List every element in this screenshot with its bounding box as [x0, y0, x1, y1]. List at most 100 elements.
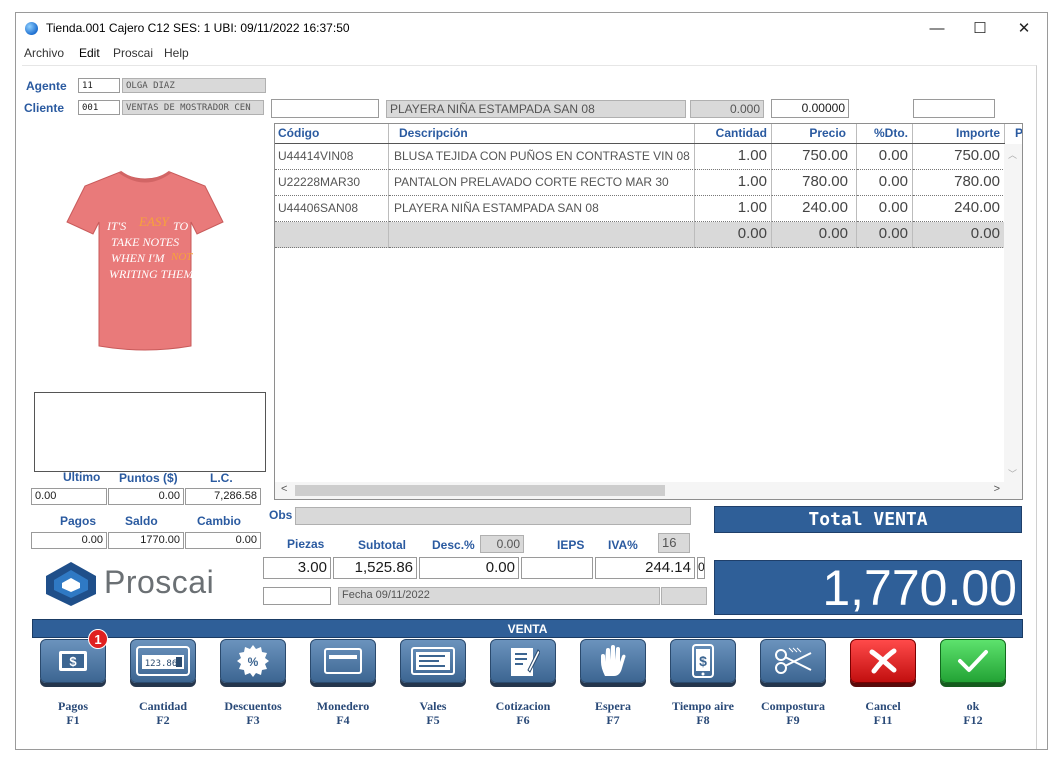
scroll-left-icon[interactable]: < — [281, 483, 287, 495]
title-bar: Tienda.001 Cajero C12 SES: 1 UBI: 09/11/… — [16, 13, 1047, 43]
function-button-f12[interactable]: ok F12 — [936, 639, 1010, 727]
button-key: F9 — [786, 713, 800, 727]
col-descuento[interactable]: %Dto. — [857, 124, 913, 143]
cell-codigo[interactable]: U44414VIN08 — [275, 144, 389, 170]
window-title: Tienda.001 Cajero C12 SES: 1 UBI: 09/11/… — [46, 21, 350, 35]
col-codigo[interactable]: Código — [275, 124, 389, 143]
minimize-button[interactable]: — — [914, 13, 960, 43]
scroll-thumb[interactable] — [295, 485, 665, 496]
cell-cantidad[interactable]: 0.00 — [695, 222, 772, 248]
scroll-down-icon[interactable]: ﹀ — [1008, 467, 1017, 480]
close-button[interactable]: ✕ — [1001, 13, 1047, 43]
cell-importe[interactable]: 0.00 — [913, 222, 1005, 248]
pagos-label: Pagos — [60, 514, 97, 528]
button-key: F11 — [873, 713, 893, 727]
function-button-f1[interactable]: $1 Pagos F1 — [36, 629, 110, 727]
proscai-logo-icon — [46, 562, 96, 606]
agente-code-field[interactable]: 11 — [78, 78, 120, 93]
cell-precio[interactable]: 750.00 — [772, 144, 857, 170]
cell-descripcion[interactable]: PANTALON PRELAVADO CORTE RECTO MAR 30 — [389, 170, 695, 196]
button-face[interactable] — [310, 639, 376, 683]
function-button-f9[interactable]: Compostura F9 — [756, 639, 830, 727]
function-button-f4[interactable]: Monedero F4 — [306, 639, 380, 727]
fecha-extra-field — [661, 587, 707, 605]
cell-codigo[interactable]: U44406SAN08 — [275, 196, 389, 222]
sales-grid[interactable]: Código Descripción Cantidad Precio %Dto.… — [274, 123, 1023, 500]
cell-descuento[interactable]: 0.00 — [857, 196, 913, 222]
cell-descripcion[interactable] — [389, 222, 695, 248]
button-label: Pagos — [58, 699, 88, 713]
scroll-up-icon[interactable]: ︿ — [1008, 148, 1017, 161]
function-button-f11[interactable]: Cancel F11 — [846, 639, 920, 727]
cliente-name-field: VENTAS DE MOSTRADOR CEN — [122, 100, 264, 115]
ultimo-field: 0.00 — [31, 488, 107, 505]
cell-codigo[interactable] — [275, 222, 389, 248]
maximize-button[interactable]: ☐ — [957, 13, 1003, 43]
cell-cantidad[interactable]: 1.00 — [695, 144, 772, 170]
cell-descripcion[interactable]: BLUSA TEJIDA CON PUÑOS EN CONTRASTE VIN … — [389, 144, 695, 170]
svg-text:123.86: 123.86 — [145, 659, 178, 669]
button-key: F2 — [156, 713, 170, 727]
scroll-right-icon[interactable]: > — [994, 483, 1000, 495]
button-face[interactable] — [400, 639, 466, 683]
menu-archivo[interactable]: Archivo — [24, 46, 64, 60]
button-face[interactable] — [940, 639, 1006, 683]
horizontal-scrollbar[interactable]: < > — [275, 482, 1022, 499]
entry-price-field[interactable]: 0.00000 — [771, 99, 849, 118]
vertical-scrollbar[interactable]: ︿ ﹀ — [1004, 144, 1022, 483]
function-button-f6[interactable]: Cotizacion F6 — [486, 639, 560, 727]
product-code-input[interactable] — [271, 99, 379, 118]
function-button-f7[interactable]: Espera F7 — [576, 639, 650, 727]
cell-descripcion[interactable]: PLAYERA NIÑA ESTAMPADA SAN 08 — [389, 196, 695, 222]
button-caption: Tiempo aire F8 — [656, 699, 750, 727]
iva-field: 244.14 — [595, 557, 695, 579]
main-window: Tienda.001 Cajero C12 SES: 1 UBI: 09/11/… — [15, 12, 1048, 750]
button-face[interactable] — [490, 639, 556, 683]
venta-bar: VENTA — [32, 619, 1023, 638]
cell-importe[interactable]: 240.00 — [913, 196, 1005, 222]
cell-precio[interactable]: 240.00 — [772, 196, 857, 222]
cell-cantidad[interactable]: 1.00 — [695, 170, 772, 196]
menu-bar: Archivo Edit Proscai Help — [16, 43, 1047, 63]
cell-precio[interactable]: 780.00 — [772, 170, 857, 196]
cliente-code-field[interactable]: 001 — [78, 100, 120, 115]
button-face[interactable] — [850, 639, 916, 683]
menu-proscai[interactable]: Proscai — [113, 46, 153, 60]
obs-field[interactable] — [295, 507, 691, 525]
col-cantidad[interactable]: Cantidad — [695, 124, 772, 143]
cancel-x-icon — [868, 648, 898, 674]
function-button-f5[interactable]: Vales F5 — [396, 639, 470, 727]
col-precio[interactable]: Precio — [772, 124, 857, 143]
shirt-text-1: IT'S — [106, 219, 126, 233]
col-descripcion[interactable]: Descripción — [389, 124, 695, 143]
cell-precio[interactable]: 0.00 — [772, 222, 857, 248]
phone-credit-icon: $ — [692, 644, 714, 678]
button-face[interactable]: % — [220, 639, 286, 683]
col-importe[interactable]: Importe — [913, 124, 1005, 143]
cell-cantidad[interactable]: 1.00 — [695, 196, 772, 222]
entry-extra-field[interactable] — [913, 99, 995, 118]
menu-edit[interactable]: Edit — [79, 46, 100, 60]
shirt-text-6: NOT — [170, 251, 193, 263]
cell-descuento[interactable]: 0.00 — [857, 144, 913, 170]
cell-codigo[interactable]: U22228MAR30 — [275, 170, 389, 196]
button-face[interactable]: 123.86 — [130, 639, 196, 683]
button-face[interactable] — [580, 639, 646, 683]
cell-descuento[interactable]: 0.00 — [857, 170, 913, 196]
piezas-field: 3.00 — [263, 557, 331, 579]
function-button-f3[interactable]: % Descuentos F3 — [216, 639, 290, 727]
saldo-field: 1770.00 — [108, 532, 184, 549]
cell-descuento[interactable]: 0.00 — [857, 222, 913, 248]
shirt-text-5: WHEN I'M — [111, 251, 166, 265]
col-p[interactable]: P — [1005, 124, 1022, 143]
cell-importe[interactable]: 780.00 — [913, 170, 1005, 196]
button-face[interactable]: $ — [670, 639, 736, 683]
menu-help[interactable]: Help — [164, 46, 189, 60]
cell-importe[interactable]: 750.00 — [913, 144, 1005, 170]
function-button-f2[interactable]: 123.86 Cantidad F2 — [126, 639, 200, 727]
blank-field[interactable] — [263, 587, 331, 605]
function-button-f8[interactable]: $ Tiempo aire F8 — [666, 639, 740, 727]
button-face[interactable] — [760, 639, 826, 683]
obs-label: Obs — [269, 508, 293, 522]
product-description-field: PLAYERA NIÑA ESTAMPADA SAN 08 — [386, 100, 686, 118]
